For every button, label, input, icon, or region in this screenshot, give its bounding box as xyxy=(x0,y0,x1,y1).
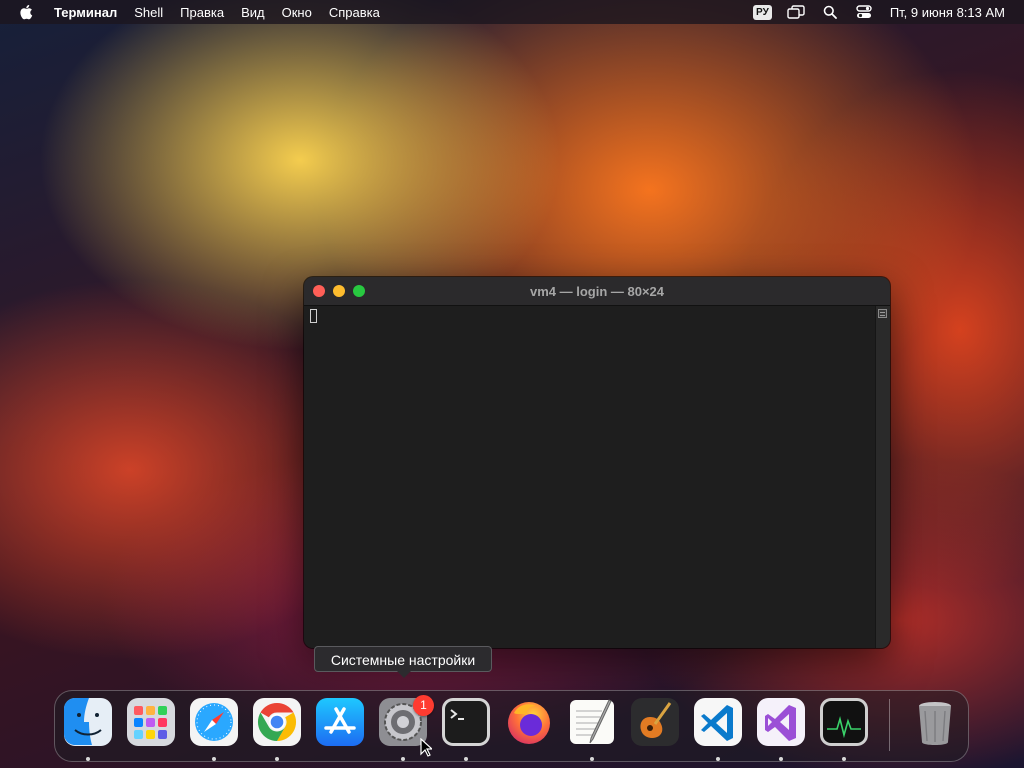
text-cursor xyxy=(310,309,317,323)
terminal-content-area[interactable] xyxy=(304,306,876,648)
chrome-icon[interactable] xyxy=(252,697,302,747)
menu-view[interactable]: Вид xyxy=(241,5,265,20)
menu-help[interactable]: Справка xyxy=(329,5,380,20)
running-indicator xyxy=(842,757,846,761)
dock-separator xyxy=(889,699,890,751)
window-title: vm4 — login — 80×24 xyxy=(529,284,665,299)
vertical-scrollbar[interactable] xyxy=(875,306,890,648)
vscode-icon[interactable] xyxy=(693,697,743,747)
visual-studio-icon[interactable] xyxy=(756,697,806,747)
control-center-icon[interactable] xyxy=(854,4,874,20)
window-titlebar[interactable]: vm4 — login — 80×24 xyxy=(304,277,890,306)
running-indicator xyxy=(716,757,720,761)
running-indicator xyxy=(275,757,279,761)
menu-bar: Терминал Shell Правка Вид Окно Справка Р… xyxy=(0,0,1024,24)
menu-app-name[interactable]: Терминал xyxy=(54,5,117,20)
app-store-icon[interactable] xyxy=(315,697,365,747)
running-indicator xyxy=(779,757,783,761)
screen-mirroring-icon[interactable] xyxy=(786,4,806,20)
dock-tooltip: Системные настройки xyxy=(314,646,492,672)
menu-bar-clock[interactable]: Пт, 9 июня 8:13 AM xyxy=(890,5,1005,20)
dock-tooltip-arrow xyxy=(397,671,411,678)
finder-icon[interactable] xyxy=(63,697,113,747)
terminal-window: vm4 — login — 80×24 xyxy=(304,277,890,648)
split-pane-icon[interactable] xyxy=(878,309,887,318)
spotlight-search-icon[interactable] xyxy=(820,4,840,20)
running-indicator xyxy=(401,757,405,761)
menu-window[interactable]: Окно xyxy=(282,5,312,20)
running-indicator xyxy=(590,757,594,761)
running-indicator xyxy=(86,757,90,761)
notification-badge: 1 xyxy=(413,695,434,716)
trash-icon[interactable] xyxy=(910,697,960,747)
safari-icon[interactable] xyxy=(189,697,239,747)
firefox-icon[interactable] xyxy=(504,697,554,747)
input-language-badge[interactable]: РУ xyxy=(753,4,772,20)
terminal-icon[interactable] xyxy=(441,697,491,747)
running-indicator xyxy=(464,757,468,761)
menu-edit[interactable]: Правка xyxy=(180,5,224,20)
launchpad-icon[interactable] xyxy=(126,697,176,747)
menu-shell[interactable]: Shell xyxy=(134,5,163,20)
garageband-icon[interactable] xyxy=(630,697,680,747)
menu-bar-extras: РУ Пт, 9 июня 8:13 AM xyxy=(753,4,1024,20)
activity-monitor-icon[interactable] xyxy=(819,697,869,747)
mouse-pointer-icon xyxy=(420,737,434,757)
textedit-icon[interactable] xyxy=(567,697,617,747)
apple-icon[interactable] xyxy=(19,4,35,20)
running-indicator xyxy=(212,757,216,761)
